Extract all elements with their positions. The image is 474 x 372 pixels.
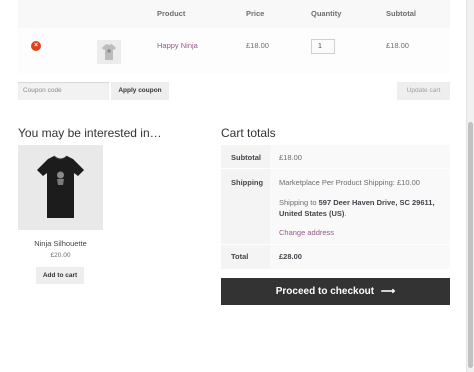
header-price: Price — [246, 9, 265, 18]
arrow-right-icon: ⟶ — [380, 286, 396, 297]
header-product: Product — [157, 9, 186, 18]
add-to-cart-button[interactable]: Add to cart — [36, 267, 84, 284]
address-period: . — [344, 209, 347, 218]
change-address-link[interactable]: Change address — [279, 228, 334, 237]
totals-label-column — [221, 145, 270, 269]
product-thumbnail[interactable] — [97, 40, 121, 64]
total-value: £28.00 — [279, 252, 302, 261]
cart-table-header: Product Price Quantity Subtotal — [18, 0, 450, 28]
header-subtotal: Subtotal — [386, 9, 416, 18]
header-quantity: Quantity — [311, 9, 342, 18]
product-image[interactable] — [18, 145, 103, 230]
related-product-title[interactable]: Ninja Silhouette — [18, 239, 103, 248]
scrollbar-thumb[interactable] — [468, 122, 473, 368]
related-product-price: £20.00 — [50, 252, 71, 259]
product-price: £18.00 — [246, 41, 269, 50]
shipping-label: Shipping — [231, 178, 264, 187]
product-link[interactable]: Happy Ninja — [157, 41, 198, 50]
remove-item-icon[interactable]: × — [31, 41, 41, 51]
cart-totals-table: Subtotal £18.00 Shipping Marketplace Per… — [221, 145, 450, 269]
subtotal-label: Subtotal — [231, 153, 261, 162]
total-label: Total — [231, 252, 249, 261]
shipping-method: Marketplace Per Product Shipping: £10.00 — [279, 178, 420, 187]
related-heading: You may be interested in… — [18, 126, 162, 140]
checkout-label: Proceed to checkout — [275, 286, 375, 297]
cart-totals-heading: Cart totals — [221, 126, 276, 140]
coupon-input[interactable]: Coupon code — [18, 82, 109, 100]
shipping-destination: Shipping to 597 Deer Haven Drive, SC 296… — [279, 197, 439, 219]
table-row: × Happy Ninja £18.00 1 £18.00 — [18, 28, 450, 74]
divider — [221, 244, 450, 245]
quantity-input[interactable]: 1 — [311, 39, 335, 54]
update-cart-button[interactable]: Update cart — [397, 82, 450, 100]
subtotal-value: £18.00 — [279, 153, 302, 162]
tshirt-icon — [37, 155, 84, 218]
tshirt-icon — [102, 44, 116, 60]
apply-coupon-button[interactable]: Apply coupon — [111, 82, 169, 100]
shipping-to-text: Shipping to — [279, 198, 317, 207]
cart-table: Product Price Quantity Subtotal × Happy … — [18, 0, 450, 76]
proceed-to-checkout-button[interactable]: Proceed to checkout ⟶ — [221, 278, 450, 305]
product-subtotal: £18.00 — [386, 41, 409, 50]
divider — [221, 168, 450, 169]
